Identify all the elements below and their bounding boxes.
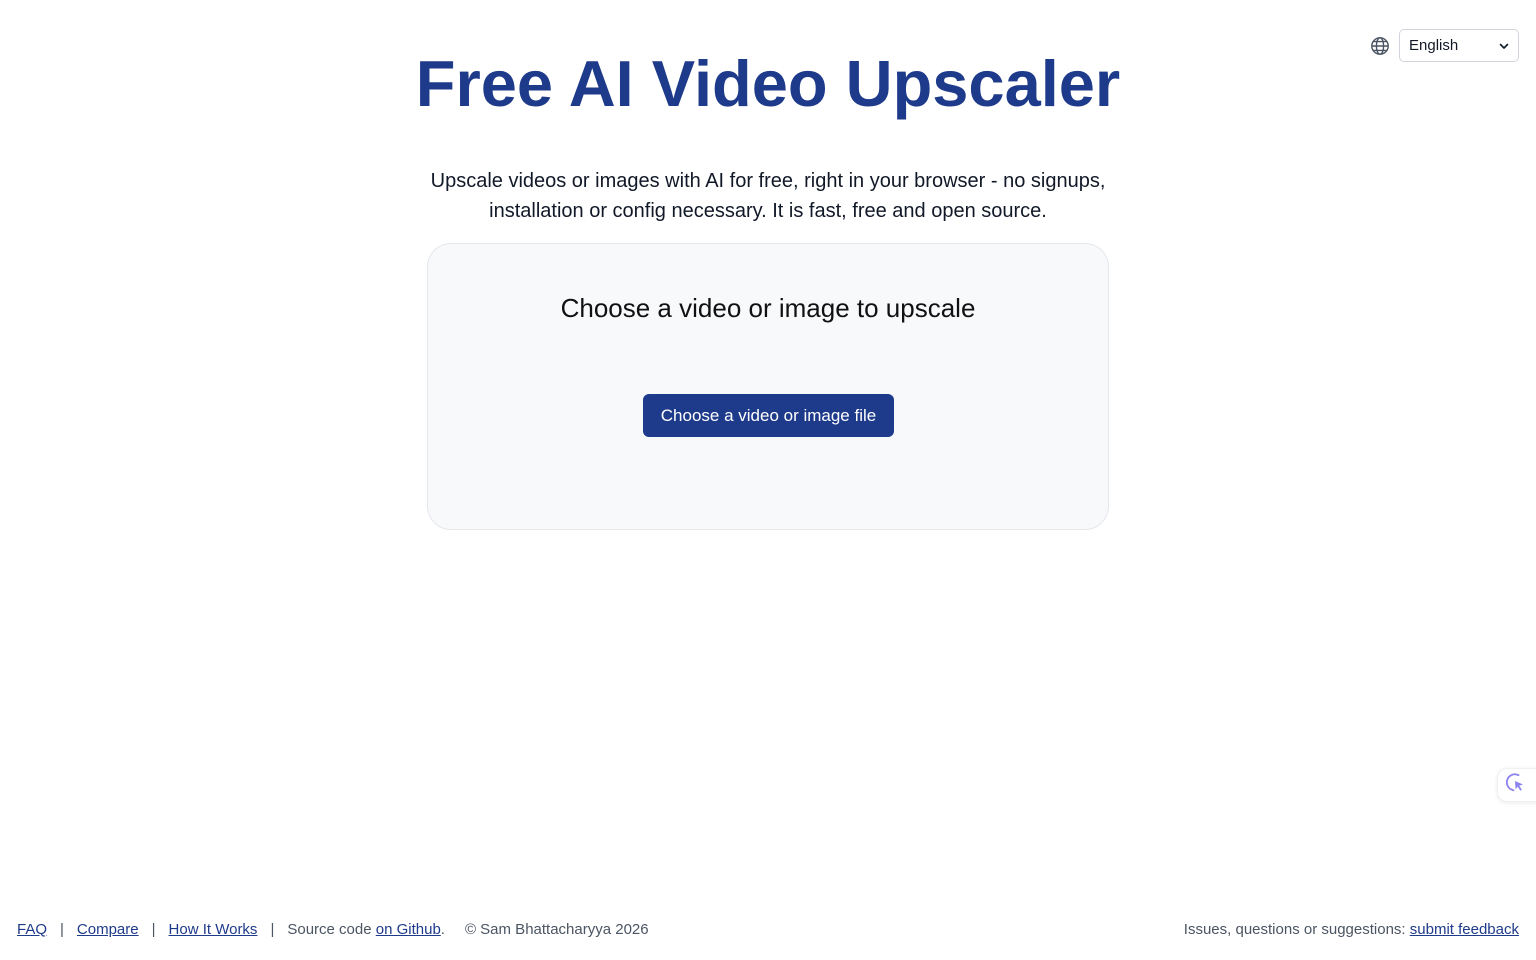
- footer-link-how-it-works[interactable]: How It Works: [169, 921, 258, 938]
- github-link[interactable]: on Github: [376, 921, 441, 938]
- submit-feedback-link[interactable]: submit feedback: [1410, 921, 1519, 938]
- source-code-prefix: Source code: [287, 921, 376, 938]
- footer-link-compare[interactable]: Compare: [77, 921, 139, 938]
- cursor-click-icon: [1504, 771, 1528, 800]
- upload-heading: Choose a video or image to upscale: [560, 293, 976, 323]
- footer-separator: |: [270, 921, 275, 938]
- page-subtitle: Upscale videos or images with AI for fre…: [430, 170, 1106, 222]
- floating-widget-button[interactable]: [1497, 768, 1536, 802]
- upload-panel: Choose a video or image to upscale Choos…: [427, 243, 1109, 530]
- copyright-text: © Sam Bhattacharyya 2026: [464, 921, 649, 938]
- footer-link-faq[interactable]: FAQ: [17, 921, 47, 938]
- source-code-suffix: .: [440, 921, 445, 938]
- footer-links: FAQ | Compare | How It Works | Source co…: [17, 921, 649, 938]
- choose-file-button[interactable]: Choose a video or image file: [643, 394, 894, 437]
- feedback-prefix: Issues, questions or suggestions:: [1183, 921, 1410, 938]
- footer-separator: |: [60, 921, 64, 938]
- feedback-text: Issues, questions or suggestions: submit…: [1184, 921, 1519, 938]
- source-code-text: Source code on Github.: [287, 921, 445, 938]
- footer-separator: |: [151, 921, 156, 938]
- page-title: Free AI Video Upscaler: [415, 47, 1121, 120]
